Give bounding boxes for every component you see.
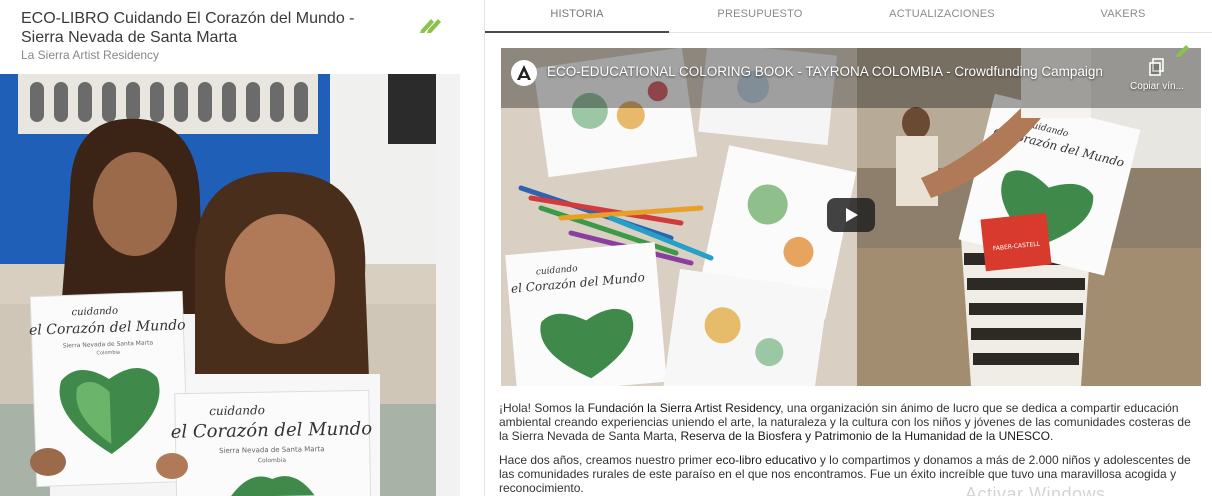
- project-header: ECO-LIBRO Cuidando El Corazón del Mundo …: [0, 0, 460, 74]
- tab-historia[interactable]: HISTORIA: [485, 0, 669, 33]
- tab-vakers[interactable]: VAKERS: [1033, 0, 1212, 33]
- book-cover-line1: cuidando: [71, 306, 118, 319]
- project-card: ECO-LIBRO Cuidando El Corazón del Mundo …: [0, 0, 460, 496]
- story-p1-part-a: ¡Hola! Somos la: [499, 401, 588, 415]
- channel-logo-icon[interactable]: [511, 60, 537, 86]
- book-cover-country-b: Colombia: [258, 457, 287, 464]
- copy-icon: [1149, 58, 1164, 76]
- tab-bar: HISTORIA PRESUPUESTO ACTUALIZACIONES VAK…: [485, 0, 1212, 33]
- video-player[interactable]: cuidando el Corazón del Mundo cuidando e…: [501, 48, 1201, 386]
- copy-link-button[interactable]: Copiar vín...: [1127, 58, 1187, 92]
- left-gutter: [436, 74, 460, 496]
- tab-presupuesto[interactable]: PRESUPUESTO: [669, 0, 851, 33]
- story-p1-part-e: .: [1049, 429, 1054, 443]
- project-detail: HISTORIA PRESUPUESTO ACTUALIZACIONES VAK…: [484, 0, 1212, 496]
- book-cover-title-b: el Corazón del Mundo: [171, 418, 373, 443]
- windows-activation-watermark: Activar Windows: [965, 484, 1106, 496]
- copy-link-label: Copiar vín...: [1130, 81, 1184, 92]
- story-text: ¡Hola! Somos la Fundación la Sierra Arti…: [499, 401, 1199, 496]
- play-icon: [846, 208, 858, 222]
- project-title[interactable]: ECO-LIBRO Cuidando El Corazón del Mundo …: [21, 9, 401, 47]
- story-paragraph-1: ¡Hola! Somos la Fundación la Sierra Arti…: [499, 401, 1199, 443]
- project-photo: cuidando el Corazón del Mundo Sierra Nev…: [0, 74, 436, 496]
- tab-actualizaciones[interactable]: ACTUALIZACIONES: [851, 0, 1033, 33]
- eco-book-reference: eco-libro educativo: [715, 453, 817, 467]
- edit-pencil-icon[interactable]: [418, 14, 442, 34]
- book-cover-country: Colombia: [96, 350, 120, 357]
- book-cover-line1-b: cuidando: [209, 403, 265, 418]
- story-p2-part-a: Hace dos años, creamos nuestro primer: [499, 453, 716, 467]
- foundation-name: Fundación la Sierra Artist Residency: [587, 401, 781, 415]
- unesco-reference: Reserva de la Biosfera y Patrimonio de l…: [680, 429, 1050, 443]
- project-subtitle[interactable]: La Sierra Artist Residency: [21, 48, 159, 62]
- play-button[interactable]: [827, 198, 875, 232]
- edit-pencil-icon[interactable]: [1174, 41, 1194, 57]
- video-title[interactable]: ECO-EDUCATIONAL COLORING BOOK - TAYRONA …: [547, 64, 1103, 79]
